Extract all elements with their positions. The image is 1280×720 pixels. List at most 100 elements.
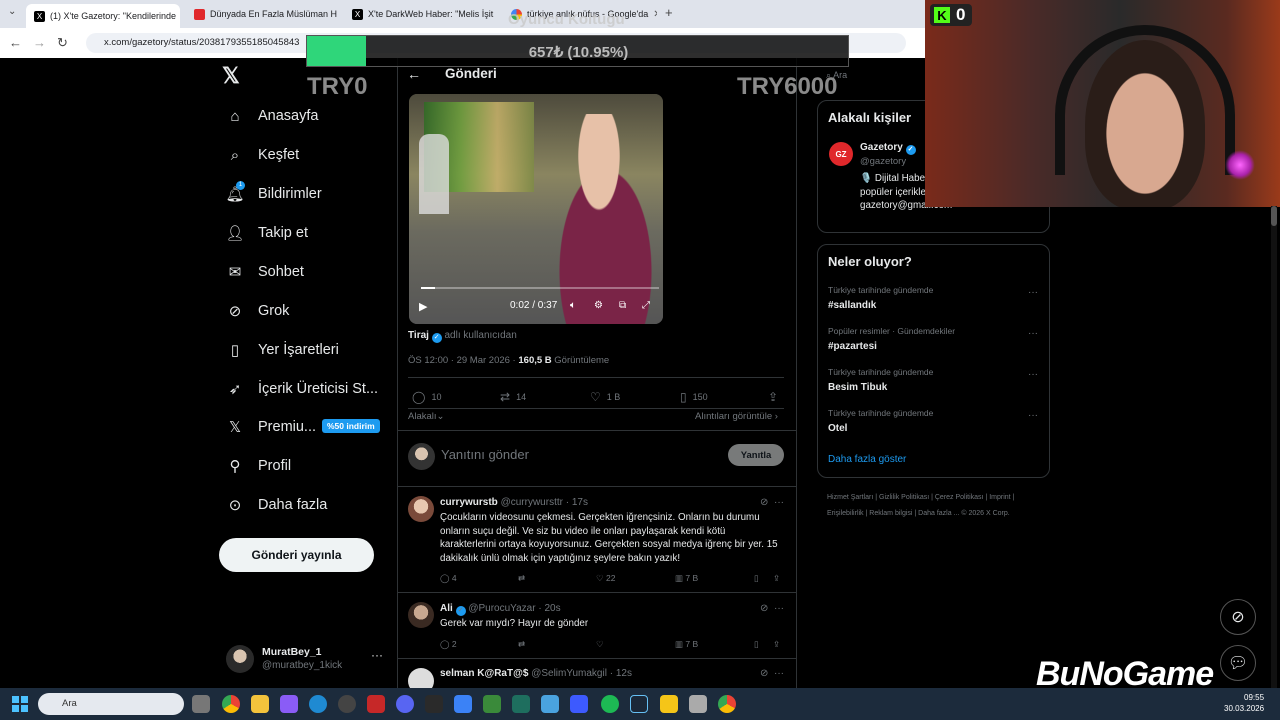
grok-icon[interactable]: ⊘ xyxy=(760,497,768,508)
discord-icon[interactable] xyxy=(396,695,414,713)
reply-item[interactable]: selman K@RaT@$ @SelimYumakgil · 12s ⊘ ··… xyxy=(398,659,796,688)
trend-item[interactable]: Türkiye tarihinde gündemde Otel ··· xyxy=(828,408,1038,434)
trend-item[interactable]: Türkiye tarihinde gündemde #sallandık ··… xyxy=(828,285,1038,311)
app-icon[interactable] xyxy=(570,695,588,713)
edge-icon[interactable] xyxy=(309,695,327,713)
reply-author[interactable]: currywurstb xyxy=(440,497,498,508)
like-button[interactable]: ♡ 22 xyxy=(596,573,615,584)
share-button[interactable]: ⇪ xyxy=(768,390,778,404)
windows-start-icon[interactable] xyxy=(12,696,28,712)
more-icon[interactable]: ··· xyxy=(1028,328,1038,339)
system-clock[interactable]: 09:55 30.03.2026 xyxy=(1224,692,1264,714)
nav-item-premium[interactable]: 𝕏 Premiu... xyxy=(226,413,316,441)
app-icon[interactable] xyxy=(660,695,678,713)
reply-input[interactable]: Yanıtını gönder xyxy=(441,447,529,462)
close-tab-icon[interactable]: ✕ xyxy=(653,9,657,20)
reply-count-button[interactable]: ◯ 10 xyxy=(412,390,441,404)
back-arrow-icon[interactable]: ← xyxy=(407,66,421,82)
share-button[interactable]: ⇪ xyxy=(773,573,780,584)
browser-tab-active[interactable]: X (1) X'te Gazetory: "Kendilerinde ✕ xyxy=(26,4,180,28)
video-progress-bar[interactable] xyxy=(421,287,659,289)
copilot-icon[interactable] xyxy=(280,695,298,713)
app-icon[interactable] xyxy=(541,695,559,713)
avatar[interactable] xyxy=(408,668,434,688)
grok-icon[interactable]: ⊘ xyxy=(760,668,768,679)
pip-icon[interactable]: ⧉ xyxy=(619,300,626,311)
more-icon[interactable]: ··· xyxy=(774,603,784,614)
x-logo-icon[interactable]: 𝕏 xyxy=(222,63,250,91)
settings-icon[interactable]: ⚙ xyxy=(594,300,603,311)
settings-icon[interactable] xyxy=(689,695,707,713)
bookmark-button[interactable]: ▯ xyxy=(754,573,759,584)
reply-author[interactable]: Ali xyxy=(440,603,453,614)
app-icon[interactable] xyxy=(367,695,385,713)
reply-count-button[interactable]: ◯ 2 xyxy=(440,639,457,650)
more-icon[interactable]: ··· xyxy=(774,668,784,679)
person-name[interactable]: Gazetory ✓ xyxy=(860,142,916,155)
bookmark-button[interactable]: ▯ xyxy=(754,639,759,650)
repost-button[interactable]: ⇄ xyxy=(518,573,525,584)
grok-icon[interactable]: ⊘ xyxy=(760,603,768,614)
nav-item-bookmarks[interactable]: ▯ Yer İşaretleri xyxy=(226,336,339,364)
premium-discount-badge[interactable]: %50 indirim xyxy=(322,419,380,433)
nav-item-follow[interactable]: 👤︎ Takip et xyxy=(225,219,308,247)
nav-item-notifications[interactable]: 🔔︎ 1 Bildirimler xyxy=(225,180,322,208)
fullscreen-icon[interactable]: ⤢ xyxy=(642,300,650,311)
more-icon[interactable]: ··· xyxy=(1028,410,1038,421)
task-view-icon[interactable] xyxy=(192,695,210,713)
repost-button[interactable]: ⇄ xyxy=(518,639,525,650)
forward-icon[interactable]: → xyxy=(33,35,46,50)
file-explorer-icon[interactable] xyxy=(251,695,269,713)
account-switcher[interactable]: MuratBey_1 @muratbey_1kick ··· xyxy=(226,642,386,678)
reply-item[interactable]: Ali ✓ @PurocuYazar · 20s ⊘ ··· Gerek var… xyxy=(398,593,796,659)
more-icon[interactable]: ··· xyxy=(774,497,784,508)
like-button[interactable]: ♡ xyxy=(596,639,604,650)
nav-item-messages[interactable]: ✉ Sohbet xyxy=(226,258,304,286)
obs-icon[interactable] xyxy=(338,695,356,713)
nav-item-explore[interactable]: ⌕ Keşfet xyxy=(226,141,299,169)
nav-item-home[interactable]: ⌂ Anasayfa xyxy=(226,102,318,130)
scrollbar-thumb[interactable] xyxy=(1271,206,1277,226)
reply-count-button[interactable]: ◯ 4 xyxy=(440,573,457,584)
video-player[interactable]: ▶ 0:02 / 0:37 🔈︎ ⚙ ⧉ ⤢ xyxy=(409,94,663,324)
reload-icon[interactable]: ↻ xyxy=(57,35,68,51)
repost-count-button[interactable]: ⇄ 14 xyxy=(500,390,526,404)
like-count-button[interactable]: ♡ 1 B xyxy=(590,390,620,404)
gazetory-avatar[interactable]: GZ xyxy=(829,142,853,166)
chrome-icon[interactable] xyxy=(718,695,736,713)
browser-tab[interactable]: Dünyada En Fazla Müslüman H ✕ xyxy=(186,4,340,24)
back-icon[interactable]: ← xyxy=(9,35,22,50)
volume-icon[interactable]: 🔈︎ xyxy=(570,300,576,311)
share-button[interactable]: ⇪ xyxy=(773,639,780,650)
scrollbar[interactable] xyxy=(1271,206,1277,688)
minecraft-icon[interactable] xyxy=(483,695,501,713)
views-button[interactable]: ▥ 7 B xyxy=(675,639,698,650)
avatar[interactable] xyxy=(408,496,434,522)
play-icon[interactable]: ▶ xyxy=(419,300,427,313)
source-author-link[interactable]: Tiraj xyxy=(408,330,429,341)
trend-item[interactable]: Popüler resimler · Gündemdekiler #pazart… xyxy=(828,326,1038,352)
views-button[interactable]: ▥ 7 B xyxy=(675,573,698,584)
messages-fab-button[interactable]: 💬︎ xyxy=(1220,645,1256,681)
steam-icon[interactable] xyxy=(630,695,648,713)
show-more-link[interactable]: Daha fazla göster xyxy=(828,454,906,465)
footer-links[interactable]: Hizmet Şartları | Gizlilik Politikası | … xyxy=(827,490,1037,522)
post-button[interactable]: Gönderi yayınla xyxy=(219,538,374,572)
spotify-icon[interactable] xyxy=(601,695,619,713)
tab-list-icon[interactable]: ⌄ xyxy=(8,6,16,17)
app-icon[interactable] xyxy=(454,695,472,713)
taskbar-search[interactable]: Ara xyxy=(38,693,184,715)
view-quotes-link[interactable]: Alıntıları görüntüle › xyxy=(695,411,778,422)
nav-item-more[interactable]: ⊙ Daha fazla xyxy=(226,491,328,519)
app-icon[interactable] xyxy=(425,695,443,713)
more-icon[interactable]: ··· xyxy=(1028,369,1038,380)
app-icon[interactable] xyxy=(512,695,530,713)
reply-button[interactable]: Yanıtla xyxy=(728,444,784,466)
bookmark-count-button[interactable]: ▯ 150 xyxy=(680,390,708,404)
nav-item-creator-studio[interactable]: ➶ İçerik Üreticisi St... xyxy=(226,375,378,403)
grok-fab-button[interactable]: ⊘ xyxy=(1220,599,1256,635)
nav-item-profile[interactable]: ⚲ Profil xyxy=(226,452,292,480)
trend-item[interactable]: Türkiye tarihinde gündemde Besim Tibuk ·… xyxy=(828,367,1038,393)
avatar[interactable] xyxy=(408,602,434,628)
more-icon[interactable]: ··· xyxy=(1028,287,1038,298)
